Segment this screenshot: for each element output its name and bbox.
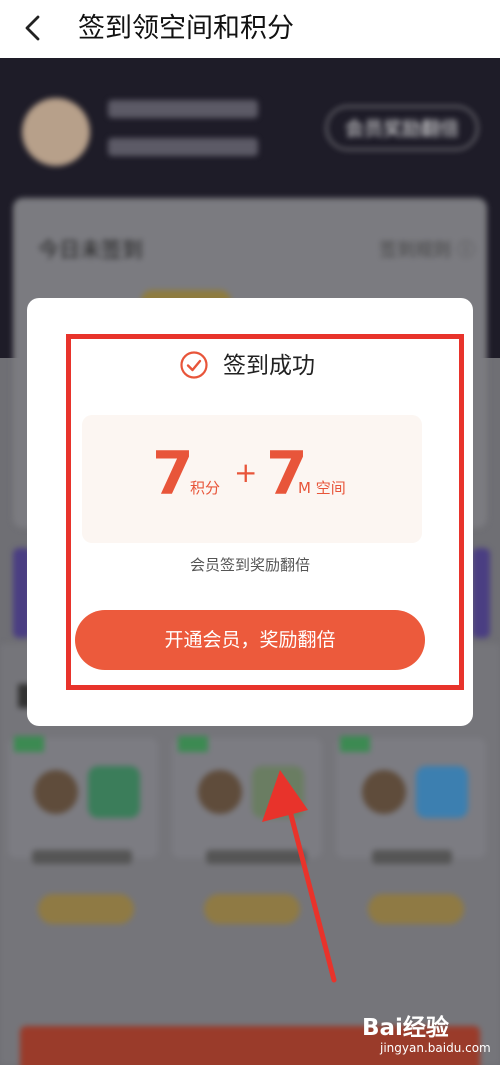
tag-badge xyxy=(178,736,208,752)
blurred-subtitle xyxy=(108,138,258,156)
reward-panel: 7 积分 + 7 M 空间 xyxy=(82,415,422,543)
points-value: 7 xyxy=(152,439,194,509)
watermark-brand: Bai经验 xyxy=(362,1015,449,1041)
tag-badge xyxy=(14,736,44,752)
vip-reward-button[interactable]: 会员奖励翻倍 xyxy=(326,106,478,150)
banner-edge-right xyxy=(472,548,490,638)
plus-sign: + xyxy=(234,456,258,489)
info-icon: ⓘ xyxy=(457,240,475,261)
chevron-left-icon[interactable] xyxy=(18,12,48,44)
blurred-button[interactable] xyxy=(368,894,464,924)
success-title: 签到成功 xyxy=(223,353,315,379)
blurred-caption xyxy=(32,850,132,864)
watermark: Bai经验 jingyan.baidu.com xyxy=(356,1008,496,1058)
list-item[interactable] xyxy=(8,738,158,858)
page-title: 签到领空间和积分 xyxy=(78,13,294,44)
top-nav-bar: 签到领空间和积分 xyxy=(0,0,500,58)
member-double-note: 会员签到奖励翻倍 xyxy=(189,556,310,574)
list-item[interactable] xyxy=(336,738,486,858)
blurred-caption xyxy=(372,850,452,864)
checkin-status: 今日未签到 xyxy=(38,238,143,262)
blurred-button[interactable] xyxy=(38,894,134,924)
rules-link[interactable]: 签到规则 ⓘ xyxy=(379,236,475,262)
rules-label: 签到规则 xyxy=(379,240,452,261)
space-unit: M 空间 xyxy=(298,479,346,497)
red-arrow-icon xyxy=(262,770,337,983)
checkin-success-dialog: 签到成功 7 积分 + 7 M 空间 会员签到奖励翻倍 开通会员，奖励翻倍 xyxy=(27,298,473,726)
blurred-username xyxy=(108,100,258,118)
tag-badge xyxy=(340,736,370,752)
points-unit: 积分 xyxy=(190,479,221,497)
watermark-site: jingyan.baidu.com xyxy=(380,1041,491,1055)
avatar xyxy=(22,98,90,166)
open-membership-button[interactable]: 开通会员，奖励翻倍 xyxy=(75,610,425,670)
check-circle-icon xyxy=(180,351,208,379)
